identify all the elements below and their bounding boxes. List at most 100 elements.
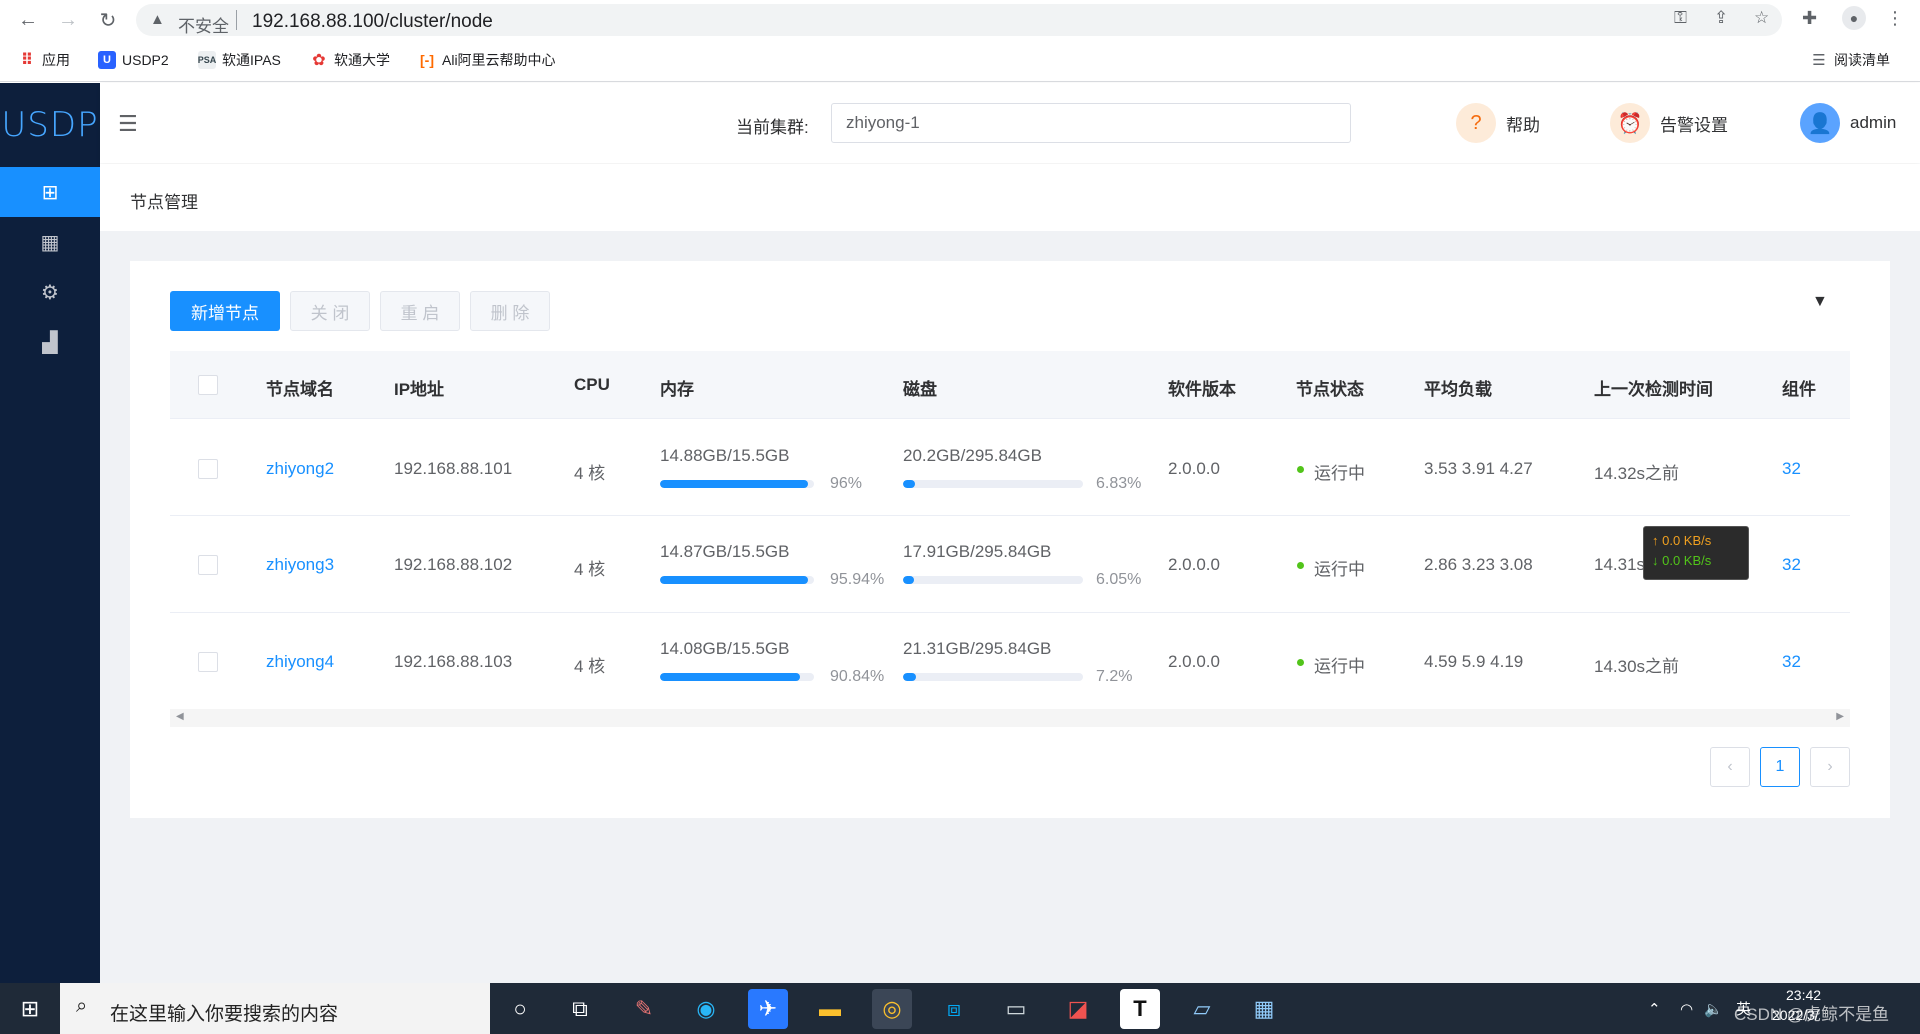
upload-speed: ↑ 0.0 KB/s	[1652, 533, 1712, 548]
mem-cell: 14.87GB/15.5GB	[660, 542, 790, 561]
components-link[interactable]: 32	[1782, 652, 1801, 672]
reading-list[interactable]: ☰ 阅读清单	[1810, 50, 1890, 70]
restart-button[interactable]: 重 启	[380, 291, 460, 331]
bookmark-usdp2[interactable]: U USDP2	[98, 50, 169, 70]
table-row: zhiyong3 192.168.88.102 4 核 14.87GB/15.5…	[170, 517, 1850, 613]
version-cell: 2.0.0.0	[1168, 459, 1220, 478]
url-text[interactable]: 192.168.88.100/cluster/node	[252, 11, 493, 33]
cpu-cell: 4 核	[574, 560, 606, 579]
share-icon[interactable]: ⇪	[1714, 8, 1728, 28]
volume-icon[interactable]: 🔈	[1704, 983, 1723, 1034]
th-host[interactable]: 节点域名	[266, 375, 334, 400]
forward-icon[interactable]: →	[54, 6, 82, 34]
cortana-icon[interactable]: ○	[500, 989, 540, 1029]
snip-tool-icon[interactable]: ◪	[1058, 989, 1098, 1029]
wifi-icon[interactable]: ◠	[1680, 983, 1693, 1034]
bookmark-aliyun[interactable]: [-] Ali阿里云帮助中心	[418, 50, 556, 70]
page-1-button[interactable]: 1	[1760, 747, 1800, 787]
help-button[interactable]: ? 帮助	[1456, 103, 1540, 143]
status-cell: 运行中	[1314, 464, 1365, 483]
vmware-icon[interactable]: ⧈	[934, 989, 974, 1029]
mem-cell: 14.88GB/15.5GB	[660, 446, 790, 465]
chrome-icon[interactable]: ◎	[872, 989, 912, 1029]
user-menu[interactable]: 👤 admin	[1800, 103, 1896, 143]
sidebar: USDP ⊞ ▦ ⚙ ▟	[0, 83, 100, 983]
horizontal-scrollbar[interactable]: ◀ ▶	[170, 709, 1850, 727]
th-load[interactable]: 平均负载	[1424, 375, 1492, 400]
sidebar-item-nodes[interactable]: ⊞	[0, 167, 100, 217]
calculator-icon[interactable]: ▦	[1244, 989, 1284, 1029]
edge-icon[interactable]: ◉	[686, 989, 726, 1029]
task-view-icon[interactable]: ⧉	[560, 989, 600, 1029]
components-link[interactable]: 32	[1782, 555, 1801, 575]
feishu-icon[interactable]: ✈	[748, 989, 788, 1029]
notepad-icon[interactable]: ▱	[1182, 989, 1222, 1029]
typora-icon[interactable]: T	[1120, 989, 1160, 1029]
extensions-icon[interactable]: ✚	[1802, 8, 1817, 29]
mem-progress	[660, 480, 814, 488]
cluster-select[interactable]: zhiyong-1	[831, 103, 1351, 143]
reload-icon[interactable]: ↻	[94, 6, 122, 34]
th-components[interactable]: 组件	[1782, 375, 1816, 400]
scroll-right-icon[interactable]: ▶	[1836, 711, 1844, 722]
th-version[interactable]: 软件版本	[1168, 375, 1236, 400]
bookmark-label: 软通IPAS	[222, 52, 281, 68]
row-checkbox[interactable]	[198, 555, 218, 575]
omnibox-separator	[236, 10, 237, 30]
filter-icon[interactable]: ▼	[1812, 293, 1828, 311]
th-disk[interactable]: 磁盘	[903, 375, 937, 400]
th-last-check[interactable]: 上一次检测时间	[1594, 375, 1713, 400]
file-explorer-icon[interactable]: ▬	[810, 989, 850, 1029]
key-icon[interactable]: ⚿	[1674, 8, 1687, 28]
scroll-left-icon[interactable]: ◀	[176, 711, 184, 722]
components-link[interactable]: 32	[1782, 459, 1801, 479]
profile-icon[interactable]: ●	[1842, 6, 1866, 30]
delete-button[interactable]: 删 除	[470, 291, 550, 331]
bookmark-university[interactable]: ✿ 软通大学	[310, 50, 390, 70]
bookmark-apps[interactable]: ⠿ 应用	[18, 50, 70, 70]
alert-settings-button[interactable]: ⏰ 告警设置	[1610, 103, 1728, 143]
star-icon[interactable]: ☆	[1754, 8, 1769, 28]
taskbar-search[interactable]: ⌕ 在这里输入你要搜索的内容	[60, 983, 490, 1034]
sidebar-item-monitor[interactable]: ▟	[0, 317, 100, 367]
address-bar[interactable]: ▲ 不安全 192.168.88.100/cluster/node	[136, 4, 1782, 36]
sidebar-item-settings[interactable]: ⚙	[0, 267, 100, 317]
select-all-checkbox[interactable]	[198, 375, 218, 395]
add-node-button[interactable]: 新增节点	[170, 291, 280, 331]
windows-start-icon[interactable]: ⊞	[0, 983, 60, 1034]
sidebar-item-dashboard[interactable]: ▦	[0, 217, 100, 267]
th-cpu[interactable]: CPU	[574, 375, 610, 395]
menu-toggle-icon[interactable]: ☰	[118, 111, 138, 137]
host-link[interactable]: zhiyong4	[266, 652, 334, 672]
th-status[interactable]: 节点状态	[1296, 375, 1364, 400]
load-cell: 3.53 3.91 4.27	[1424, 459, 1533, 478]
tray-chevron-icon[interactable]: ⌃	[1648, 983, 1661, 1034]
last-check-cell: 14.30s之前	[1594, 657, 1680, 676]
app-paint-icon[interactable]: ✎	[624, 989, 664, 1029]
next-page-button[interactable]: ›	[1810, 747, 1850, 787]
bookmark-label: Ali阿里云帮助中心	[442, 52, 556, 68]
remote-desktop-icon[interactable]: ▭	[996, 989, 1036, 1029]
alert-label: 告警设置	[1660, 115, 1728, 135]
menu-icon[interactable]: ⋮	[1886, 8, 1904, 29]
bookmark-ipas[interactable]: PSA 软通IPAS	[198, 50, 281, 70]
app-logo[interactable]: USDP	[0, 83, 100, 167]
th-ip[interactable]: IP地址	[394, 375, 444, 400]
load-cell: 2.86 3.23 3.08	[1424, 555, 1533, 574]
host-link[interactable]: zhiyong3	[266, 555, 334, 575]
taskbar-search-placeholder: 在这里输入你要搜索的内容	[110, 1004, 339, 1025]
prev-page-button[interactable]: ‹	[1710, 747, 1750, 787]
help-label: 帮助	[1506, 115, 1540, 135]
th-mem[interactable]: 内存	[660, 375, 694, 400]
version-cell: 2.0.0.0	[1168, 652, 1220, 671]
row-checkbox[interactable]	[198, 652, 218, 672]
row-checkbox[interactable]	[198, 459, 218, 479]
last-check-cell: 14.32s之前	[1594, 464, 1680, 483]
close-button[interactable]: 关 闭	[290, 291, 370, 331]
last-check-cell: 14.31s	[1594, 555, 1646, 574]
host-link[interactable]: zhiyong2	[266, 459, 334, 479]
chart-icon: ▟	[42, 331, 58, 354]
back-icon[interactable]: ←	[14, 6, 42, 34]
alarm-icon: ⏰	[1610, 103, 1650, 143]
ip-cell: 192.168.88.102	[394, 555, 513, 574]
